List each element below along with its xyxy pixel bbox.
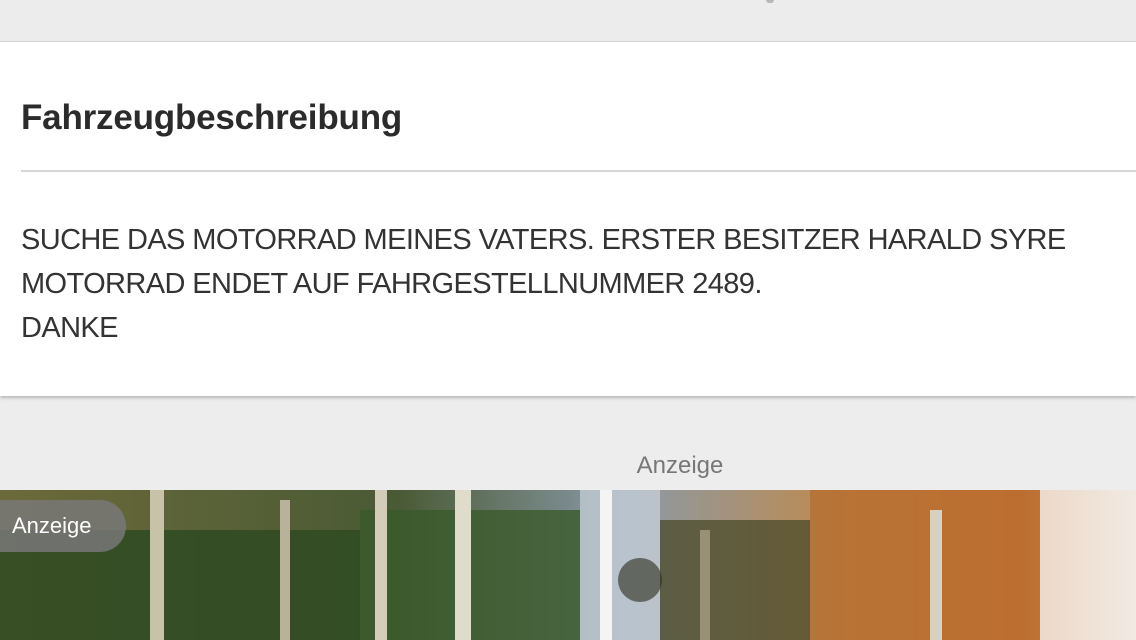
section-divider [21,170,1136,172]
top-strip [0,0,1136,42]
ad-section-label: Anzeige [636,452,724,479]
description-line: SUCHE DAS MOTORRAD MEINES VATERS. ERSTER… [21,224,1066,256]
section-title: Fahrzeugbeschreibung [21,98,403,137]
forest-scene-image [0,490,1136,640]
vehicle-description-text: SUCHE DAS MOTORRAD MEINES VATERS. ERSTER… [21,218,1133,350]
scroll-indicator-icon [766,0,774,3]
description-line: MOTORRAD ENDET AUF FAHRGESTELLNUMMER 248… [21,268,762,300]
description-line: DANKE [21,312,119,344]
ad-badge: Anzeige [0,500,126,552]
ad-image[interactable] [0,490,1136,640]
